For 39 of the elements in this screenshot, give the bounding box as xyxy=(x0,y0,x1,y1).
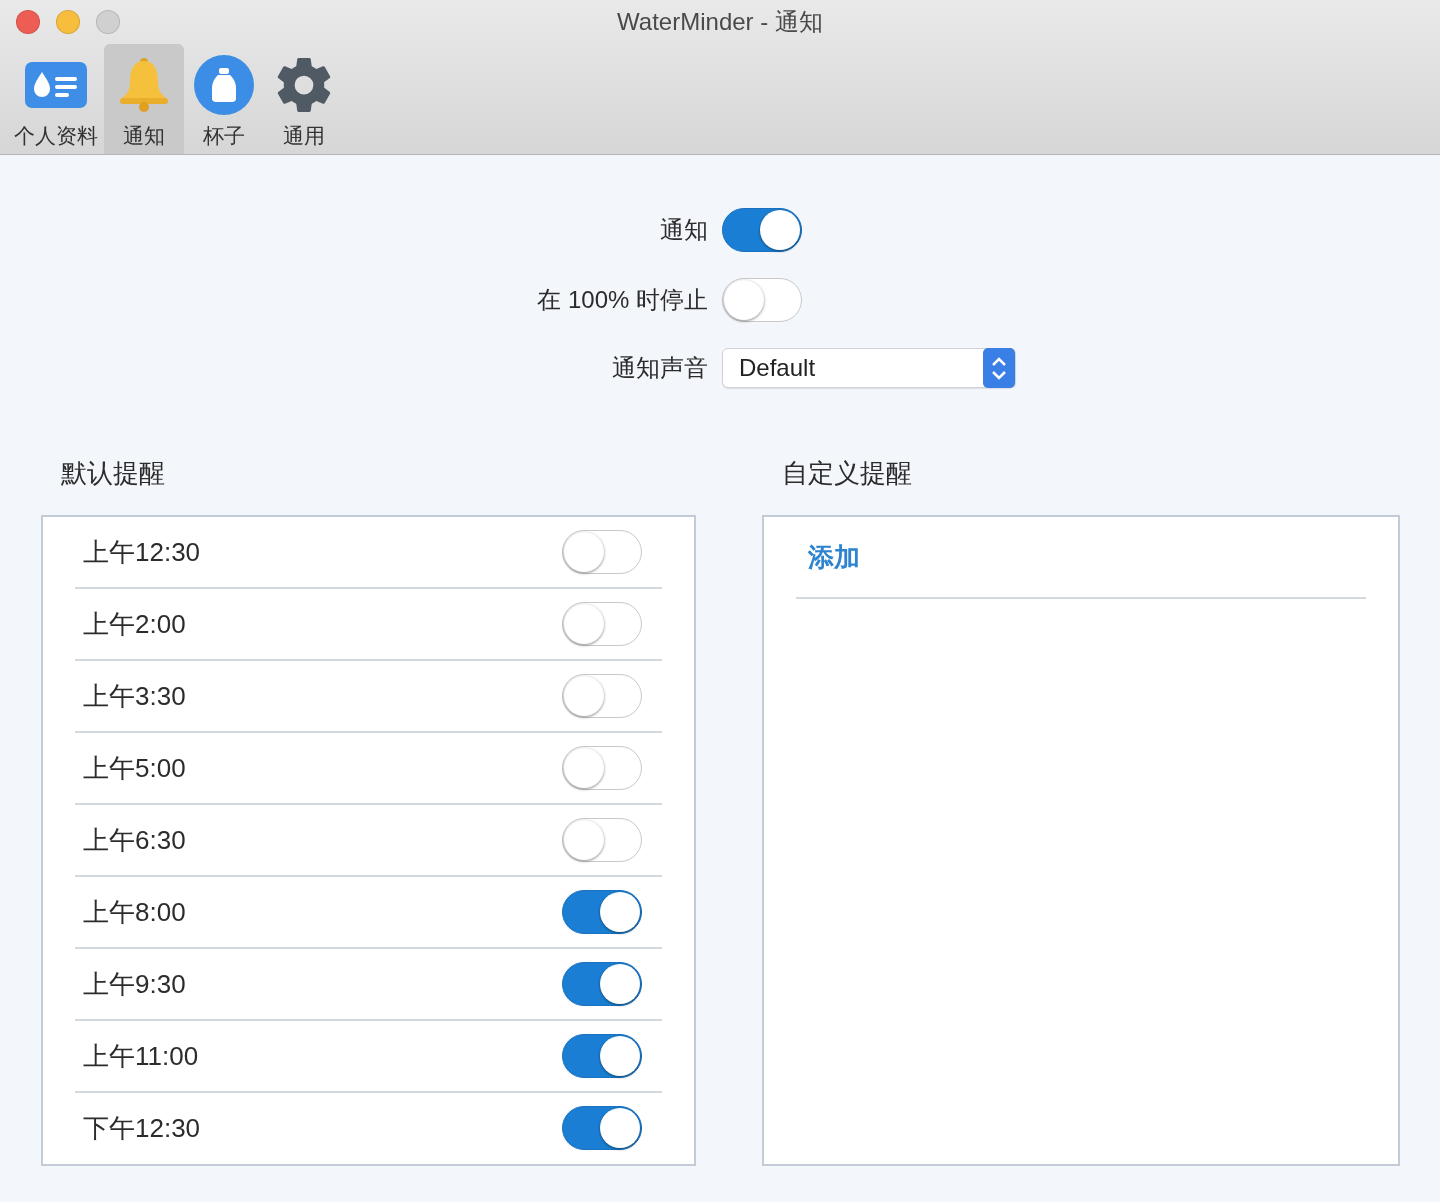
toolbar-tab[interactable]: 通用 xyxy=(264,44,344,154)
reminder-time: 上午2:00 xyxy=(83,607,186,641)
setting-label: 通知 xyxy=(660,215,708,245)
section-title: 自定义提醒 xyxy=(780,457,913,490)
reminder-time: 上午9:30 xyxy=(83,967,186,1001)
reminder-time: 上午8:00 xyxy=(83,895,186,929)
toggle-switch[interactable] xyxy=(561,1106,642,1150)
toggle-switch[interactable] xyxy=(561,746,642,790)
bottle-icon xyxy=(194,55,254,115)
toolbar-tab[interactable]: 个人资料 xyxy=(8,44,104,154)
add-link[interactable]: 添加 xyxy=(807,539,860,575)
toggle-switch[interactable] xyxy=(722,278,802,322)
toggle-switch[interactable] xyxy=(561,890,642,934)
toolbar-tab[interactable]: 通知 xyxy=(104,44,184,154)
toggle-switch[interactable] xyxy=(561,530,642,574)
minimize-button[interactable] xyxy=(56,10,80,34)
section-title: 默认提醒 xyxy=(60,457,166,490)
zoom-button[interactable] xyxy=(96,10,120,34)
toggle-switch[interactable] xyxy=(561,1034,642,1078)
setting-label: 在 100% 时停止 xyxy=(537,285,708,315)
toggle-switch[interactable] xyxy=(561,962,642,1006)
reminder-time: 上午12:30 xyxy=(83,535,201,569)
window-title: WaterMinder - 通知 xyxy=(617,7,823,37)
close-button[interactable] xyxy=(16,10,40,34)
profile-card-icon xyxy=(25,62,87,108)
stepper-icon xyxy=(983,348,1015,388)
toolbar-tab[interactable]: 杯子 xyxy=(184,44,264,154)
toggle-switch[interactable] xyxy=(722,208,802,252)
toggle-switch[interactable] xyxy=(561,602,642,646)
setting-label: 通知声音 xyxy=(612,353,708,383)
reminder-time: 上午3:30 xyxy=(83,679,186,713)
reminder-time: 上午6:30 xyxy=(83,823,186,857)
reminder-time: 上午11:00 xyxy=(83,1039,199,1073)
reminder-time: 上午5:00 xyxy=(83,751,186,785)
bell-icon xyxy=(118,57,170,113)
toggle-switch[interactable] xyxy=(561,674,642,718)
toggle-switch[interactable] xyxy=(561,818,642,862)
sound-select[interactable]: Default xyxy=(722,348,1016,388)
reminder-time: 下午12:30 xyxy=(83,1111,201,1145)
